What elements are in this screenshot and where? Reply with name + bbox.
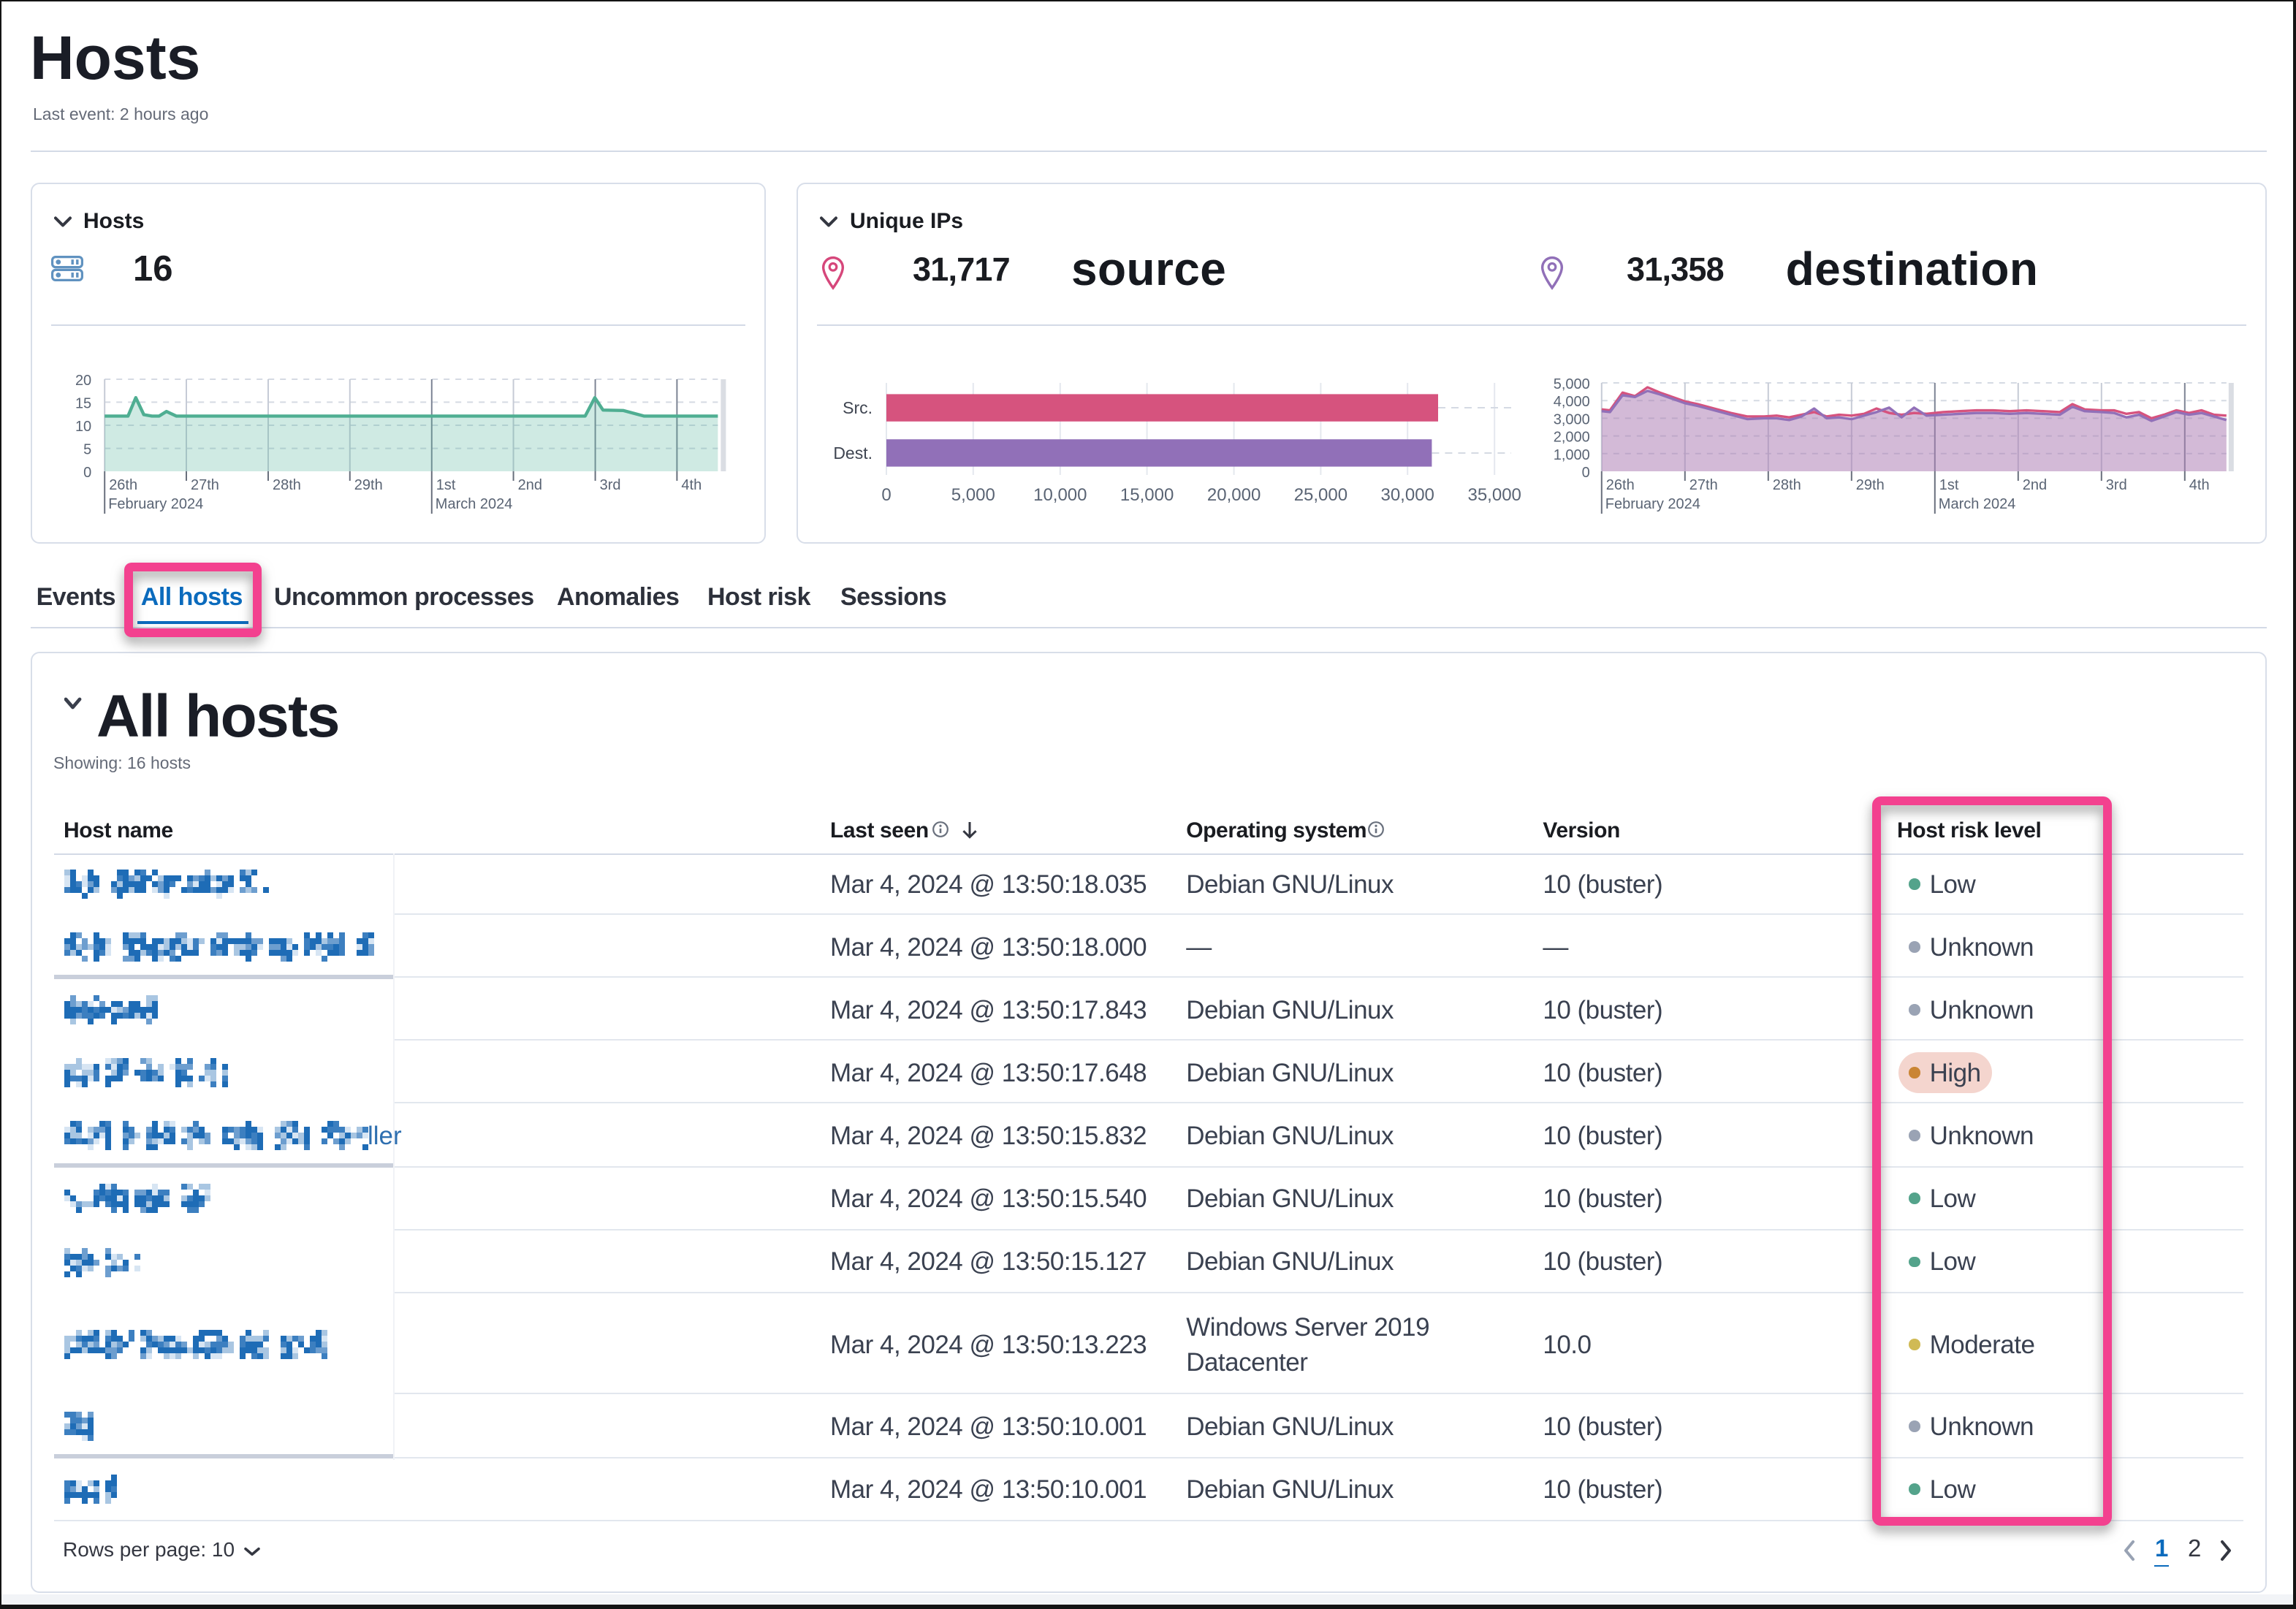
svg-text:15,000: 15,000	[1120, 485, 1174, 505]
svg-text:2,000: 2,000	[1554, 430, 1590, 446]
svg-text:February 2024: February 2024	[108, 496, 203, 512]
svg-text:26th: 26th	[1606, 477, 1635, 493]
svg-text:4th: 4th	[681, 477, 702, 493]
svg-text:Dest.: Dest.	[833, 444, 873, 463]
svg-text:0: 0	[1582, 465, 1590, 481]
svg-text:28th: 28th	[273, 477, 301, 493]
svg-text:1st: 1st	[1939, 477, 1959, 493]
svg-text:4,000: 4,000	[1554, 394, 1590, 410]
svg-text:30,000: 30,000	[1380, 485, 1434, 505]
svg-text:3rd: 3rd	[600, 477, 621, 493]
svg-text:25,000: 25,000	[1294, 485, 1347, 505]
svg-text:26th: 26th	[109, 477, 137, 493]
svg-text:15: 15	[75, 395, 91, 411]
svg-text:Src.: Src.	[843, 398, 873, 417]
svg-text:28th: 28th	[1773, 477, 1801, 493]
svg-text:4th: 4th	[2189, 477, 2210, 493]
svg-text:March 2024: March 2024	[436, 496, 513, 512]
svg-text:5,000: 5,000	[951, 485, 995, 505]
svg-text:February 2024: February 2024	[1605, 496, 1700, 512]
svg-text:1st: 1st	[436, 477, 456, 493]
svg-text:5,000: 5,000	[1554, 376, 1590, 392]
svg-text:29th: 29th	[354, 477, 383, 493]
svg-text:0: 0	[881, 485, 891, 505]
svg-text:5: 5	[83, 442, 91, 458]
svg-text:27th: 27th	[191, 477, 219, 493]
svg-text:March 2024: March 2024	[1939, 496, 2016, 512]
svg-text:27th: 27th	[1689, 477, 1718, 493]
svg-text:29th: 29th	[1856, 477, 1885, 493]
svg-text:10: 10	[75, 419, 91, 435]
svg-text:0: 0	[83, 465, 91, 481]
svg-text:1,000: 1,000	[1554, 447, 1590, 463]
svg-text:20: 20	[75, 373, 91, 389]
svg-text:2nd: 2nd	[518, 477, 542, 493]
svg-text:20,000: 20,000	[1207, 485, 1261, 505]
svg-text:2nd: 2nd	[2023, 477, 2047, 493]
svg-text:35,000: 35,000	[1467, 485, 1521, 505]
svg-text:10,000: 10,000	[1033, 485, 1087, 505]
svg-text:3,000: 3,000	[1554, 411, 1590, 427]
svg-text:3rd: 3rd	[2106, 477, 2127, 493]
